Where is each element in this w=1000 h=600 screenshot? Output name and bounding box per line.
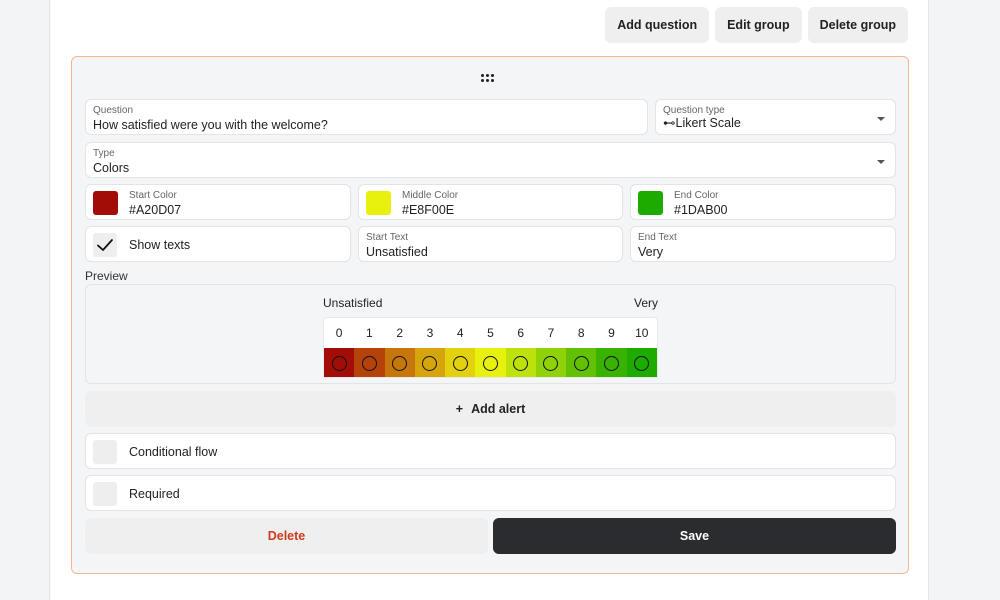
start-color-field[interactable]: Start Color #A20D07 <box>85 184 351 220</box>
required-checkbox[interactable] <box>93 482 117 506</box>
radio-circle-icon <box>543 356 559 371</box>
middle-color-label: Middle Color <box>402 190 459 201</box>
add-alert-label: Add alert <box>471 402 526 416</box>
conditional-flow-label: Conditional flow <box>129 445 218 459</box>
edit-group-button[interactable]: Edit group <box>715 7 802 43</box>
show-texts-toggle[interactable]: Show texts <box>85 226 351 262</box>
question-type-value: Likert Scale <box>675 116 741 130</box>
scale-number: 1 <box>366 326 373 340</box>
scale-number: 6 <box>517 326 525 340</box>
middle-color-swatch[interactable] <box>366 191 391 215</box>
delete-group-button[interactable]: Delete group <box>807 7 908 43</box>
start-text-field[interactable]: Start Text Unsatisfied <box>358 226 623 262</box>
plus-icon: + <box>455 402 464 416</box>
radio-circle-icon <box>331 356 347 371</box>
main-content: Add question Edit group Delete group Que… <box>51 0 928 600</box>
scale-end-text: Very <box>634 296 659 310</box>
radio-circle-icon <box>573 356 589 371</box>
chevron-down-icon <box>877 160 885 164</box>
start-color-value: #A20D07 <box>129 203 182 217</box>
type-value: Colors <box>93 161 130 175</box>
drag-handle-icon[interactable] <box>481 74 497 84</box>
scale-option[interactable] <box>626 348 657 377</box>
scale-number: 3 <box>426 326 434 340</box>
scale-number: 0 <box>335 326 343 340</box>
start-color-label: Start Color <box>129 190 177 201</box>
add-alert-button[interactable]: + Add alert <box>85 391 896 427</box>
end-color-swatch[interactable] <box>638 191 663 215</box>
group-toolbar: Add question Edit group Delete group <box>605 7 908 43</box>
type-label: Type <box>93 148 115 159</box>
scale-option[interactable] <box>324 348 355 377</box>
conditional-flow-toggle[interactable]: Conditional flow <box>85 433 896 469</box>
radio-circle-icon <box>452 356 468 371</box>
start-text-value: Unsatisfied <box>366 245 428 259</box>
middle-color-field[interactable]: Middle Color #E8F00E <box>358 184 623 220</box>
preview-panel: Unsatisfied Very 0 1 2 3 4 5 6 7 8 9 10 <box>85 284 896 384</box>
radio-circle-icon <box>604 356 620 371</box>
scale-numbers: 0 1 2 3 4 5 6 7 8 9 10 <box>324 318 657 348</box>
scale-number: 7 <box>547 326 555 340</box>
question-label: Question <box>93 105 134 116</box>
radio-circle-icon <box>361 356 377 371</box>
save-button[interactable]: Save <box>493 518 896 554</box>
end-text-value: Very <box>638 245 664 259</box>
radio-circle-icon <box>422 356 438 371</box>
scale-option[interactable] <box>535 348 567 377</box>
scale-option[interactable] <box>596 348 627 377</box>
end-color-label: End Color <box>674 190 719 201</box>
start-text-label: Start Text <box>366 232 409 243</box>
scale-number: 9 <box>608 326 615 340</box>
end-text-label: End Text <box>638 232 677 243</box>
key-icon: ⊷ <box>663 116 676 130</box>
chevron-down-icon <box>877 117 885 121</box>
start-color-swatch[interactable] <box>93 191 118 215</box>
required-label: Required <box>129 487 180 501</box>
scale-number: 5 <box>487 326 494 340</box>
delete-question-button[interactable]: Delete <box>85 518 488 554</box>
question-field[interactable]: Question How satisfied were you with the… <box>85 99 648 135</box>
radio-circle-icon <box>482 356 498 371</box>
right-sidebar <box>928 0 1000 600</box>
middle-color-value: #E8F00E <box>402 203 455 217</box>
end-text-field[interactable]: End Text Very <box>630 226 896 262</box>
scale-option[interactable] <box>475 348 506 377</box>
checkmark-icon <box>97 239 113 251</box>
scale-option[interactable] <box>566 348 597 377</box>
radio-circle-icon <box>634 356 650 371</box>
scale-option[interactable] <box>505 348 536 377</box>
question-editor-card: Question How satisfied were you with the… <box>71 56 909 574</box>
conditional-flow-checkbox[interactable] <box>93 440 117 464</box>
end-color-value: #1DAB00 <box>674 203 728 217</box>
preview-label: Preview <box>85 269 128 283</box>
show-texts-checkbox[interactable] <box>93 233 117 257</box>
add-question-button[interactable]: Add question <box>605 7 710 43</box>
end-color-field[interactable]: End Color #1DAB00 <box>630 184 896 220</box>
scale-option[interactable] <box>414 348 446 377</box>
scale-number: 2 <box>396 326 403 340</box>
scale-option[interactable] <box>445 348 476 377</box>
required-toggle[interactable]: Required <box>85 475 896 511</box>
scale-option[interactable] <box>354 348 385 377</box>
scale-number: 10 <box>635 326 649 340</box>
scale-number: 4 <box>456 326 464 340</box>
scale-options <box>324 348 657 377</box>
scale-number: 8 <box>577 326 585 340</box>
question-type-select[interactable]: Question type ⊷Likert Scale <box>655 99 896 135</box>
type-select[interactable]: Type Colors <box>85 142 896 178</box>
radio-circle-icon <box>392 356 408 371</box>
question-value: How satisfied were you with the welcome? <box>93 118 328 132</box>
scale-start-text: Unsatisfied <box>323 296 383 310</box>
show-texts-label: Show texts <box>129 238 191 252</box>
likert-scale: 0 1 2 3 4 5 6 7 8 9 10 <box>323 317 658 378</box>
scale-option[interactable] <box>384 348 415 377</box>
radio-circle-icon <box>513 356 529 371</box>
left-sidebar <box>0 0 50 600</box>
